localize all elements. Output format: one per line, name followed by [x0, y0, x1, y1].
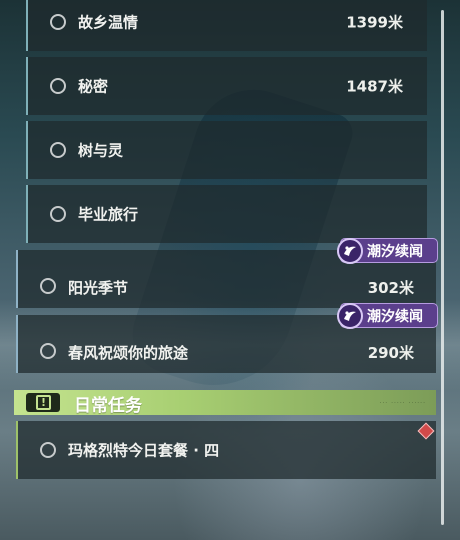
tide-swirl-icon	[337, 237, 363, 264]
quest-status-circle-icon	[50, 14, 66, 30]
quest-distance: 302米	[367, 279, 414, 297]
quest-name: 毕业旅行	[78, 205, 139, 224]
quest-name: 故乡温情	[78, 13, 139, 32]
scrollbar[interactable]	[441, 10, 444, 525]
quest-name: 春风祝颂你的旅途	[68, 344, 189, 362]
quest-name: 秘密	[78, 77, 109, 96]
quest-row[interactable]: 树与灵	[26, 121, 427, 179]
event-tag: 潮汐续闻	[337, 302, 438, 329]
quest-distance: 290米	[367, 344, 414, 362]
quest-name: 树与灵	[78, 141, 124, 160]
event-tag-label: 潮汐续闻	[367, 243, 423, 260]
section-decoration: ··· ····· ······	[379, 400, 426, 407]
quest-distance: 1487米	[346, 77, 403, 96]
daily-quest-row[interactable]: 玛格烈特今日套餐 · 四	[16, 421, 436, 479]
quest-row[interactable]: 秘密 1487米	[26, 57, 427, 115]
alert-diamond-icon	[417, 422, 435, 440]
quest-name: 玛格烈特今日套餐 · 四	[68, 441, 220, 460]
quest-status-circle-icon	[50, 142, 66, 158]
quest-status-circle-icon	[40, 442, 56, 458]
quest-name: 阳光季节	[68, 279, 129, 297]
event-tag: 潮汐续闻	[337, 237, 438, 264]
event-quest-row[interactable]: 阳光季节 302米 潮汐续闻	[16, 237, 438, 308]
event-tag-label: 潮汐续闻	[367, 308, 423, 325]
alert-symbol: !	[36, 395, 51, 410]
quest-distance: 1399米	[346, 13, 403, 32]
daily-section-title: 日常任务	[74, 396, 142, 416]
quest-status-circle-icon	[40, 343, 56, 359]
quest-row[interactable]: 毕业旅行	[26, 185, 427, 243]
quest-status-circle-icon	[40, 278, 56, 294]
daily-section-header[interactable]: ! 日常任务 ··· ····· ······	[14, 390, 436, 416]
event-quest-row[interactable]: 春风祝颂你的旅途 290米 潮汐续闻	[16, 302, 438, 373]
quest-list-panel: 故乡温情 1399米 秘密 1487米 树与灵 毕业旅行 阳光季节 302米 潮…	[0, 0, 460, 540]
alert-badge-icon: !	[26, 393, 60, 412]
quest-status-circle-icon	[50, 78, 66, 94]
tide-swirl-icon	[337, 302, 363, 329]
quest-row[interactable]: 故乡温情 1399米	[26, 0, 427, 51]
quest-status-circle-icon	[50, 206, 66, 222]
